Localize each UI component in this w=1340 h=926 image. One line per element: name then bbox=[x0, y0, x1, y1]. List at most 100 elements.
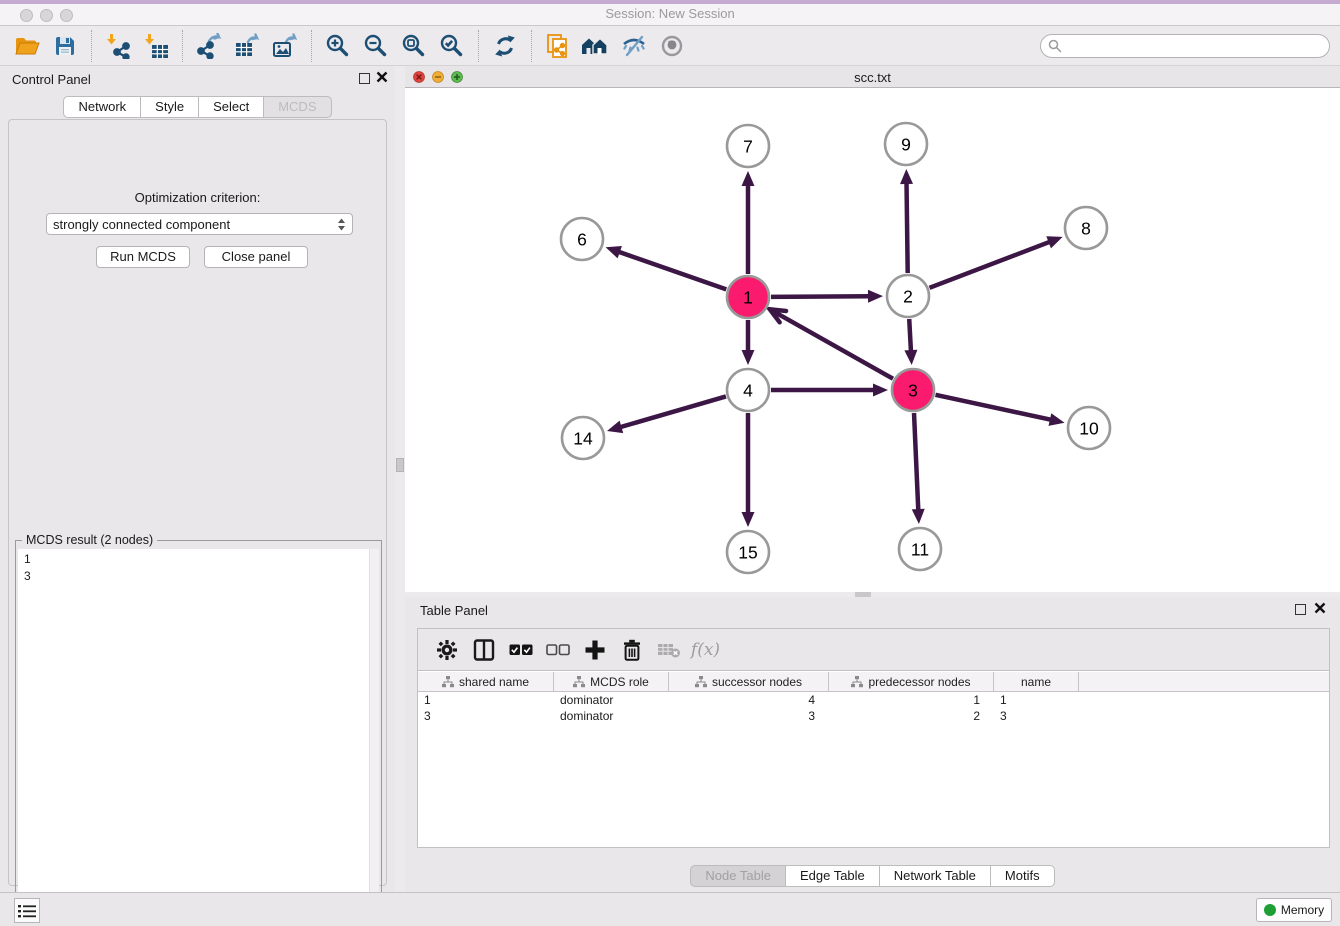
import-network-button[interactable] bbox=[99, 28, 137, 64]
cell-successor-nodes[interactable]: 3 bbox=[669, 708, 829, 724]
cell-shared-name[interactable]: 1 bbox=[418, 692, 554, 708]
tab-mcds[interactable]: MCDS bbox=[263, 96, 331, 118]
save-icon bbox=[54, 35, 76, 57]
memory-button[interactable]: Memory bbox=[1256, 898, 1332, 922]
checked-boxes-icon bbox=[509, 644, 533, 656]
float-panel-icon[interactable] bbox=[359, 73, 370, 84]
delete-column-button[interactable] bbox=[613, 632, 650, 668]
search-box[interactable] bbox=[1040, 34, 1330, 58]
graph-edge-1-6[interactable] bbox=[618, 252, 726, 290]
graph-edge-2-8[interactable] bbox=[929, 242, 1050, 288]
column-header-successor-nodes[interactable]: successor nodes bbox=[669, 672, 829, 691]
column-header-name[interactable]: name bbox=[994, 672, 1079, 691]
hide-selected-button[interactable] bbox=[615, 28, 653, 64]
open-session-button[interactable] bbox=[8, 28, 46, 64]
delete-table-icon bbox=[657, 641, 681, 659]
vertical-splitter[interactable] bbox=[395, 66, 405, 892]
table-settings-button[interactable] bbox=[428, 632, 465, 668]
graph-node-label: 15 bbox=[738, 542, 757, 562]
graph-node-label: 3 bbox=[908, 380, 918, 400]
table-row[interactable]: 3 dominator 3 2 3 bbox=[418, 708, 1329, 724]
graph-edge-3-1[interactable] bbox=[770, 309, 893, 378]
tab-motifs[interactable]: Motifs bbox=[990, 865, 1055, 887]
tab-network[interactable]: Network bbox=[63, 96, 141, 118]
function-builder-button[interactable]: f(x) bbox=[687, 632, 724, 668]
save-session-button[interactable] bbox=[46, 28, 84, 64]
create-column-button[interactable] bbox=[576, 632, 613, 668]
close-panel-icon[interactable] bbox=[376, 71, 388, 83]
tab-node-table[interactable]: Node Table bbox=[690, 865, 786, 887]
cell-name[interactable]: 3 bbox=[994, 708, 1079, 724]
column-header-predecessor-nodes[interactable]: predecessor nodes bbox=[829, 672, 994, 691]
graph-edge-3-10[interactable] bbox=[935, 395, 1051, 420]
delete-table-button[interactable] bbox=[650, 632, 687, 668]
network-view-titlebar[interactable]: scc.txt bbox=[405, 66, 1340, 88]
cell-mcds-role[interactable]: dominator bbox=[554, 692, 669, 708]
zoom-out-icon bbox=[363, 33, 389, 59]
delta-arrowhead bbox=[606, 246, 622, 258]
tree-icon bbox=[573, 676, 585, 688]
list-icon bbox=[18, 904, 36, 918]
network-canvas[interactable]: 1234678910111415 bbox=[405, 88, 1340, 592]
run-mcds-button[interactable]: Run MCDS bbox=[96, 246, 190, 268]
show-all-networks-button[interactable] bbox=[577, 28, 615, 64]
splitter-handle[interactable] bbox=[396, 458, 404, 472]
task-history-button[interactable] bbox=[14, 898, 40, 923]
export-network-button[interactable] bbox=[190, 28, 228, 64]
table-toolbar: f(x) bbox=[418, 629, 1329, 671]
new-network-from-selection-button[interactable] bbox=[539, 28, 577, 64]
export-table-button[interactable] bbox=[228, 28, 266, 64]
float-panel-icon[interactable] bbox=[1295, 604, 1306, 615]
cell-mcds-role[interactable]: dominator bbox=[554, 708, 669, 724]
import-table-icon bbox=[143, 33, 169, 59]
optimization-criterion-select[interactable]: strongly connected component bbox=[46, 213, 353, 235]
cell-shared-name[interactable]: 3 bbox=[418, 708, 554, 724]
delta-arrowhead bbox=[742, 512, 755, 527]
toolbar-separator bbox=[91, 30, 92, 62]
eye-off-icon bbox=[621, 34, 647, 58]
delta-arrowhead bbox=[900, 169, 913, 184]
graph-node-label: 1 bbox=[743, 287, 753, 307]
show-columns-button[interactable] bbox=[465, 632, 502, 668]
import-table-button[interactable] bbox=[137, 28, 175, 64]
graph-edge-3-11[interactable] bbox=[914, 413, 918, 511]
export-image-button[interactable] bbox=[266, 28, 304, 64]
column-header-shared-name[interactable]: shared name bbox=[418, 672, 554, 691]
zoom-out-button[interactable] bbox=[357, 28, 395, 64]
search-input[interactable] bbox=[1067, 39, 1317, 53]
cell-predecessor-nodes[interactable]: 1 bbox=[829, 692, 994, 708]
apply-layout-button[interactable] bbox=[486, 28, 524, 64]
graph-edge-2-9[interactable] bbox=[907, 182, 908, 273]
delta-arrowhead bbox=[607, 421, 623, 433]
column-header-mcds-role[interactable]: MCDS role bbox=[554, 672, 669, 691]
result-scrollbar[interactable] bbox=[369, 549, 379, 915]
network-graph[interactable]: 1234678910111415 bbox=[405, 88, 1340, 592]
cell-predecessor-nodes[interactable]: 2 bbox=[829, 708, 994, 724]
refresh-icon bbox=[493, 34, 517, 58]
node-table-container: f(x) shared name MCDS role successor nod… bbox=[417, 628, 1330, 848]
node-table[interactable]: shared name MCDS role successor nodes pr… bbox=[418, 672, 1329, 847]
mcds-result-text[interactable]: 1 3 bbox=[18, 549, 379, 915]
graph-edge-2-3[interactable] bbox=[909, 319, 911, 352]
delta-arrowhead bbox=[868, 290, 883, 303]
close-panel-icon[interactable] bbox=[1314, 602, 1326, 614]
show-hidden-button[interactable] bbox=[653, 28, 691, 64]
cell-successor-nodes[interactable]: 4 bbox=[669, 692, 829, 708]
tab-edge-table[interactable]: Edge Table bbox=[785, 865, 880, 887]
tab-select[interactable]: Select bbox=[198, 96, 264, 118]
close-panel-button[interactable]: Close panel bbox=[204, 246, 308, 268]
zoom-in-button[interactable] bbox=[319, 28, 357, 64]
graph-node-label: 10 bbox=[1079, 418, 1099, 438]
table-row[interactable]: 1 dominator 4 1 1 bbox=[418, 692, 1329, 708]
tab-network-table[interactable]: Network Table bbox=[879, 865, 991, 887]
control-panel-tab-bar: Network Style Select MCDS bbox=[0, 96, 395, 118]
deselect-all-rows-button[interactable] bbox=[539, 632, 576, 668]
cell-name[interactable]: 1 bbox=[994, 692, 1079, 708]
mcds-result-title: MCDS result (2 nodes) bbox=[22, 533, 157, 547]
tab-style[interactable]: Style bbox=[140, 96, 199, 118]
zoom-selected-button[interactable] bbox=[433, 28, 471, 64]
graph-edge-4-14[interactable] bbox=[619, 396, 725, 427]
zoom-fit-button[interactable] bbox=[395, 28, 433, 64]
graph-edge-1-2[interactable] bbox=[771, 296, 870, 297]
select-all-rows-button[interactable] bbox=[502, 632, 539, 668]
